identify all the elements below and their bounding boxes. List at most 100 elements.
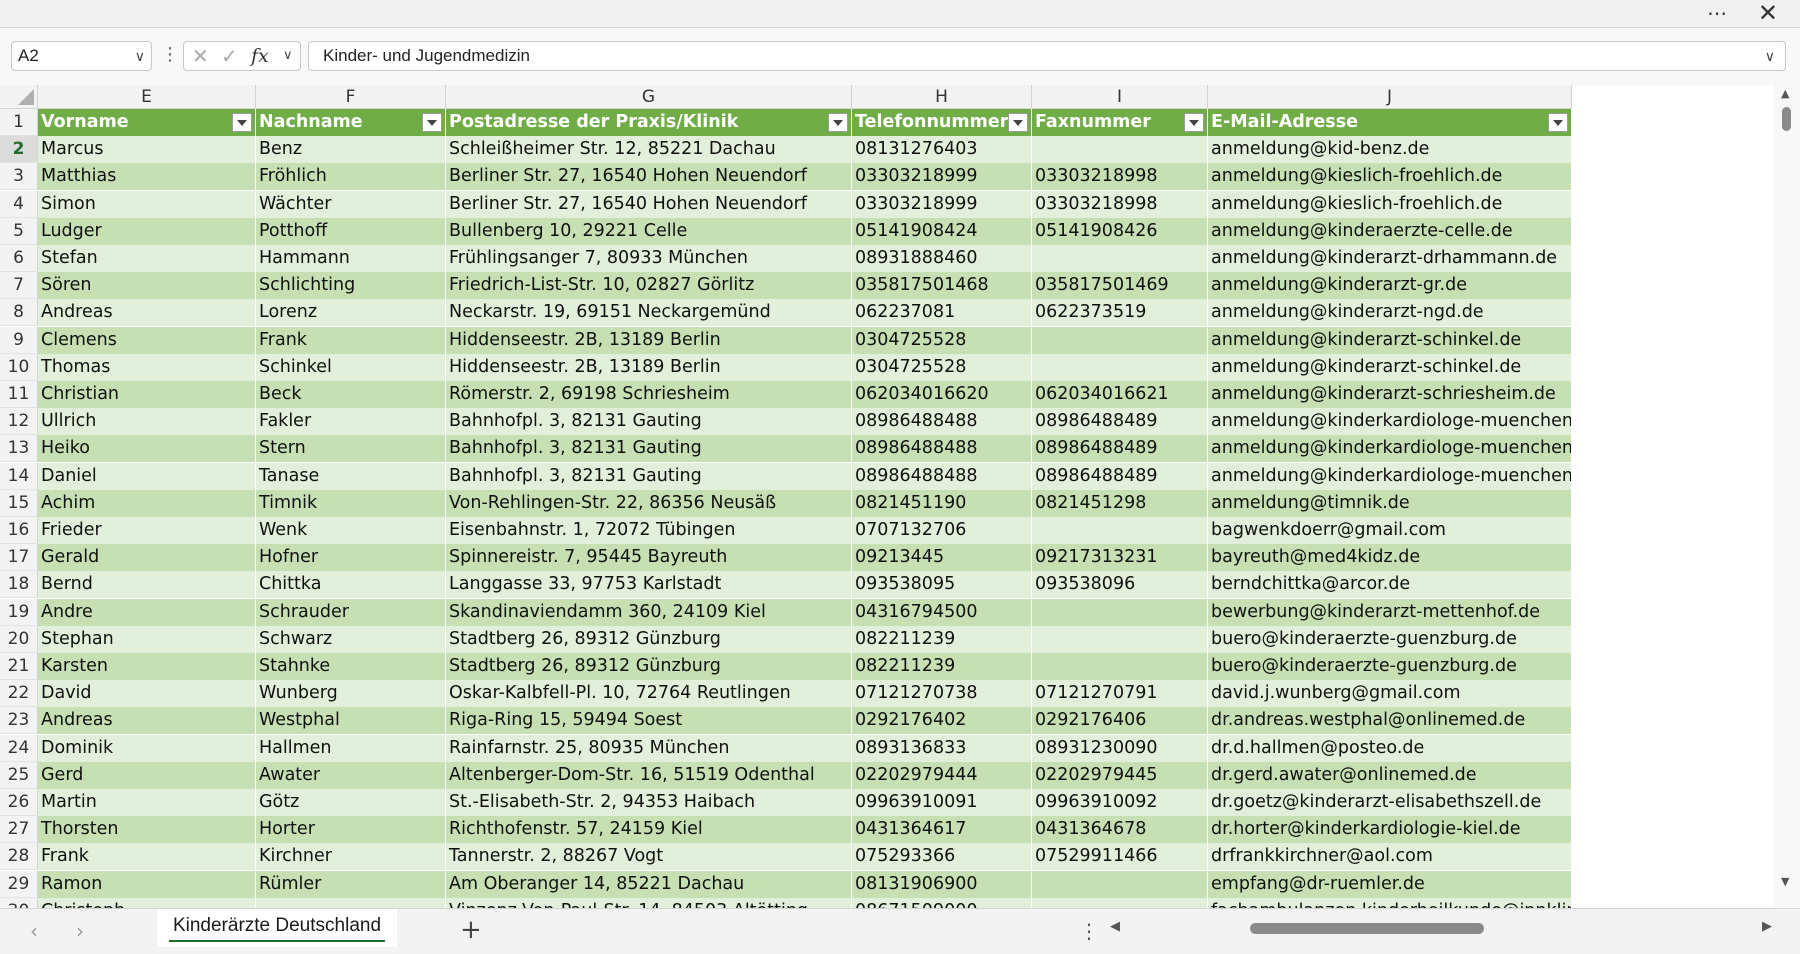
table-cell[interactable]: 02202979444 bbox=[852, 761, 1032, 789]
table-cell[interactable]: Friedrich-List-Str. 10, 02827 Görlitz bbox=[446, 272, 852, 300]
table-cell[interactable]: 0304725528 bbox=[852, 326, 1032, 354]
table-cell[interactable]: Kirchner bbox=[256, 843, 446, 871]
table-cell[interactable]: Thorsten bbox=[38, 816, 256, 844]
vertical-dots-icon[interactable]: ⋮ bbox=[1079, 919, 1099, 943]
filter-dropdown-icon[interactable] bbox=[828, 113, 848, 132]
filter-dropdown-icon[interactable] bbox=[1548, 113, 1568, 132]
row-header[interactable]: 11 bbox=[0, 381, 38, 408]
table-cell[interactable]: anmeldung@kinderkardiologe-muenchen.de bbox=[1208, 462, 1572, 490]
table-cell[interactable]: Gerald bbox=[38, 544, 256, 572]
close-icon[interactable]: ✕ bbox=[1758, 0, 1778, 27]
table-cell[interactable]: anmeldung@kieslich-froehlich.de bbox=[1208, 163, 1572, 191]
table-cell[interactable]: Christian bbox=[38, 381, 256, 408]
table-cell[interactable]: St.-Elisabeth-Str. 2, 94353 Haibach bbox=[446, 789, 852, 816]
table-cell[interactable]: 05141908426 bbox=[1032, 217, 1208, 245]
table-cell[interactable]: Stern bbox=[256, 435, 446, 463]
table-cell[interactable]: 08986488489 bbox=[1032, 435, 1208, 463]
table-cell[interactable]: 08986488488 bbox=[852, 408, 1032, 436]
table-cell[interactable]: Stephan bbox=[38, 625, 256, 653]
insert-function-icon[interactable]: fx bbox=[251, 42, 269, 70]
filter-dropdown-icon[interactable] bbox=[422, 113, 442, 132]
select-all-corner[interactable] bbox=[0, 85, 38, 109]
filter-dropdown-icon[interactable] bbox=[1184, 113, 1204, 132]
table-cell[interactable]: Stahnke bbox=[256, 653, 446, 680]
table-cell[interactable]: Bahnhofpl. 3, 82131 Gauting bbox=[446, 462, 852, 490]
table-cell[interactable]: 07529911466 bbox=[1032, 843, 1208, 871]
table-cell[interactable]: Schrauder bbox=[256, 598, 446, 626]
table-cell[interactable]: 0821451298 bbox=[1032, 489, 1208, 517]
table-cell[interactable]: Frank bbox=[256, 326, 446, 354]
table-cell[interactable]: fachambulanzen.kinderheilkunde@innklinik… bbox=[1208, 897, 1572, 908]
column-header[interactable]: E bbox=[38, 85, 256, 109]
row-header[interactable]: 14 bbox=[0, 462, 38, 490]
table-cell[interactable] bbox=[1032, 136, 1208, 164]
table-cell[interactable]: Simon bbox=[38, 190, 256, 218]
table-cell[interactable]: Frank bbox=[38, 843, 256, 871]
scroll-thumb[interactable] bbox=[1782, 107, 1791, 131]
cancel-icon[interactable]: ✕ bbox=[192, 42, 209, 70]
table-cell[interactable]: anmeldung@kinderkardiologe-muenchen.de bbox=[1208, 435, 1572, 463]
table-cell[interactable]: 0292176402 bbox=[852, 707, 1032, 735]
table-cell[interactable]: 09963910091 bbox=[852, 789, 1032, 816]
table-cell[interactable]: Frieder bbox=[38, 517, 256, 544]
table-cell[interactable]: Chittka bbox=[256, 571, 446, 599]
vertical-dots-icon[interactable]: ⋮ bbox=[161, 41, 179, 69]
column-header[interactable]: J bbox=[1208, 85, 1572, 109]
table-cell[interactable]: anmeldung@kinderarzt-schinkel.de bbox=[1208, 326, 1572, 354]
table-cell[interactable]: empfang@dr-ruemler.de bbox=[1208, 870, 1572, 898]
table-cell[interactable]: anmeldung@kinderarzt-ngd.de bbox=[1208, 299, 1572, 327]
table-cell[interactable]: Beck bbox=[256, 381, 446, 408]
table-cell[interactable]: 08986488489 bbox=[1032, 408, 1208, 436]
row-header[interactable]: 2 bbox=[0, 136, 38, 164]
table-cell[interactable]: Rainfarnstr. 25, 80935 München bbox=[446, 734, 852, 762]
scroll-thumb[interactable] bbox=[1250, 923, 1484, 934]
table-cell[interactable]: Stefan bbox=[38, 245, 256, 272]
table-cell[interactable]: Hofner bbox=[256, 544, 446, 572]
row-header[interactable]: 23 bbox=[0, 707, 38, 735]
filter-dropdown-icon[interactable] bbox=[1008, 113, 1028, 132]
horizontal-scrollbar[interactable]: ◀ ▶ bbox=[1108, 917, 1774, 939]
row-header[interactable]: 3 bbox=[0, 163, 38, 191]
table-cell[interactable]: buero@kinderaerzte-guenzburg.de bbox=[1208, 625, 1572, 653]
table-cell[interactable]: Westphal bbox=[256, 707, 446, 735]
table-cell[interactable]: 08986488488 bbox=[852, 462, 1032, 490]
row-header[interactable]: 24 bbox=[0, 734, 38, 762]
name-box[interactable]: A2 ∨ bbox=[11, 41, 152, 71]
table-cell[interactable]: anmeldung@kinderkardiologe-muenchen.de bbox=[1208, 408, 1572, 436]
table-cell[interactable]: david.j.wunberg@gmail.com bbox=[1208, 680, 1572, 708]
table-cell[interactable]: Ludger bbox=[38, 217, 256, 245]
table-header-cell[interactable]: Postadresse der Praxis/Klinik bbox=[446, 109, 852, 136]
column-header[interactable]: I bbox=[1032, 85, 1208, 109]
table-cell[interactable]: Gerd bbox=[38, 761, 256, 789]
row-header[interactable]: 12 bbox=[0, 408, 38, 436]
table-cell[interactable] bbox=[1032, 625, 1208, 653]
row-header[interactable]: 4 bbox=[0, 190, 38, 218]
row-header[interactable]: 30 bbox=[0, 897, 38, 908]
formula-input[interactable]: Kinder- und Jugendmedizin ∨ bbox=[308, 41, 1786, 71]
filter-dropdown-icon[interactable] bbox=[232, 113, 252, 132]
row-header[interactable]: 1 bbox=[0, 109, 38, 136]
table-cell[interactable]: anmeldung@timnik.de bbox=[1208, 489, 1572, 517]
table-cell[interactable]: Bernd bbox=[38, 571, 256, 599]
table-cell[interactable]: 0707132706 bbox=[852, 517, 1032, 544]
table-cell[interactable]: 08131906900 bbox=[852, 870, 1032, 898]
row-header[interactable]: 22 bbox=[0, 680, 38, 708]
table-cell[interactable]: Tannerstr. 2, 88267 Vogt bbox=[446, 843, 852, 871]
table-cell[interactable]: Frühlingsanger 7, 80933 München bbox=[446, 245, 852, 272]
table-cell[interactable]: 02202979445 bbox=[1032, 761, 1208, 789]
scroll-right-icon[interactable]: ▶ bbox=[1762, 919, 1772, 934]
table-cell[interactable] bbox=[1032, 653, 1208, 680]
row-header[interactable]: 27 bbox=[0, 816, 38, 844]
table-cell[interactable]: 07121270738 bbox=[852, 680, 1032, 708]
table-cell[interactable]: 07121270791 bbox=[1032, 680, 1208, 708]
table-cell[interactable]: Andreas bbox=[38, 707, 256, 735]
row-header[interactable]: 6 bbox=[0, 245, 38, 272]
scroll-down-icon[interactable]: ▼ bbox=[1781, 875, 1789, 888]
row-header[interactable]: 13 bbox=[0, 435, 38, 463]
table-cell[interactable]: Wenk bbox=[256, 517, 446, 544]
row-header[interactable]: 18 bbox=[0, 571, 38, 599]
sheet-grid[interactable]: E F G H I J 1 Vorname Nachname Postadresse der Pr… bbox=[0, 85, 1774, 908]
table-cell[interactable]: Schinkel bbox=[256, 353, 446, 381]
table-cell[interactable]: Benz bbox=[256, 136, 446, 164]
table-cell[interactable]: anmeldung@kieslich-froehlich.de bbox=[1208, 190, 1572, 218]
